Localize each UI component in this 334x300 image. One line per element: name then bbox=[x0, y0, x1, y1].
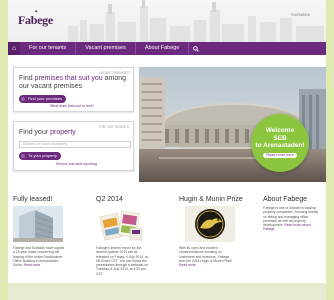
title-highlight: property bbox=[50, 129, 76, 136]
cost-link[interactable]: What does that cost to rent? bbox=[50, 104, 94, 108]
column-image[interactable] bbox=[96, 206, 146, 242]
column-title[interactable]: Fully leased! bbox=[13, 196, 52, 203]
column-text: Fabege's interim report for the second q… bbox=[96, 246, 150, 276]
header: Fabege ✦ SVENSKA bbox=[8, 0, 326, 42]
column-image[interactable] bbox=[13, 206, 63, 242]
welcome-badge[interactable]: Welcome SEB to Arenastaden! Read more he… bbox=[251, 114, 309, 172]
column-title[interactable]: Q2 2014 bbox=[96, 196, 123, 203]
property-search-input[interactable]: Address or name of property bbox=[19, 141, 131, 148]
language-link[interactable]: SVENSKA bbox=[291, 12, 310, 17]
page: Fabege ✦ SVENSKA ⌂ For our tenants Vacan… bbox=[8, 0, 326, 300]
column-text: Fabege and Solsidan have signed a 15-yea… bbox=[13, 246, 67, 267]
nav-item-tenants[interactable]: For our tenants bbox=[20, 42, 77, 55]
column-title[interactable]: Hugin & Munin Prize bbox=[179, 196, 243, 203]
to-property-button[interactable]: To your property bbox=[19, 152, 61, 160]
column-text: With its open and modern communications … bbox=[179, 246, 233, 267]
search-icon[interactable] bbox=[189, 42, 203, 55]
skyline-illustration bbox=[68, 0, 324, 42]
footer-decoration bbox=[8, 283, 326, 300]
home-icon[interactable]: ⌂ bbox=[8, 42, 20, 55]
box-title: Find your property bbox=[19, 129, 131, 137]
nav-item-vacant-premises[interactable]: Vacant premises bbox=[76, 42, 136, 55]
service-link[interactable]: Service and fault reporting bbox=[56, 162, 97, 166]
column-image[interactable] bbox=[185, 206, 235, 242]
badge-line-1: Welcome bbox=[265, 127, 295, 134]
nav-item-about[interactable]: About Fabege bbox=[136, 42, 190, 55]
title-prefix: Find your bbox=[19, 129, 51, 136]
main-nav: ⌂ For our tenants Vacant premises About … bbox=[8, 42, 326, 55]
badge-read-more-button[interactable]: Read more here bbox=[263, 152, 297, 158]
column-text-body: Fabege's interim report for the second q… bbox=[96, 246, 149, 276]
column-text-body: With its open and modern communications … bbox=[179, 246, 233, 263]
vacant-premises-box: VACANT PREMISES Find premises that suit … bbox=[13, 67, 134, 112]
tenant-property-box: FOR OUR TENANTS Find your property Addre… bbox=[13, 121, 134, 171]
about-title[interactable]: About Fabege bbox=[263, 196, 307, 203]
logo[interactable]: Fabege bbox=[18, 13, 53, 28]
title-prefix: Find bbox=[19, 75, 35, 82]
logo-mark-icon: ✦ bbox=[34, 9, 39, 15]
read-more-link[interactable]: Read more bbox=[179, 263, 196, 267]
title-highlight: premises that suit you bbox=[34, 75, 103, 82]
find-premises-button[interactable]: Find your premises bbox=[19, 95, 67, 103]
badge-line-2: SEB bbox=[273, 134, 287, 142]
read-more-link[interactable]: Read more bbox=[24, 263, 41, 267]
badge-line-3: to Arenastaden! bbox=[255, 142, 305, 149]
box-title: Find premises that suit you among our va… bbox=[19, 75, 131, 91]
about-text: Fabege is one of Sweden's leading proper… bbox=[263, 206, 321, 232]
